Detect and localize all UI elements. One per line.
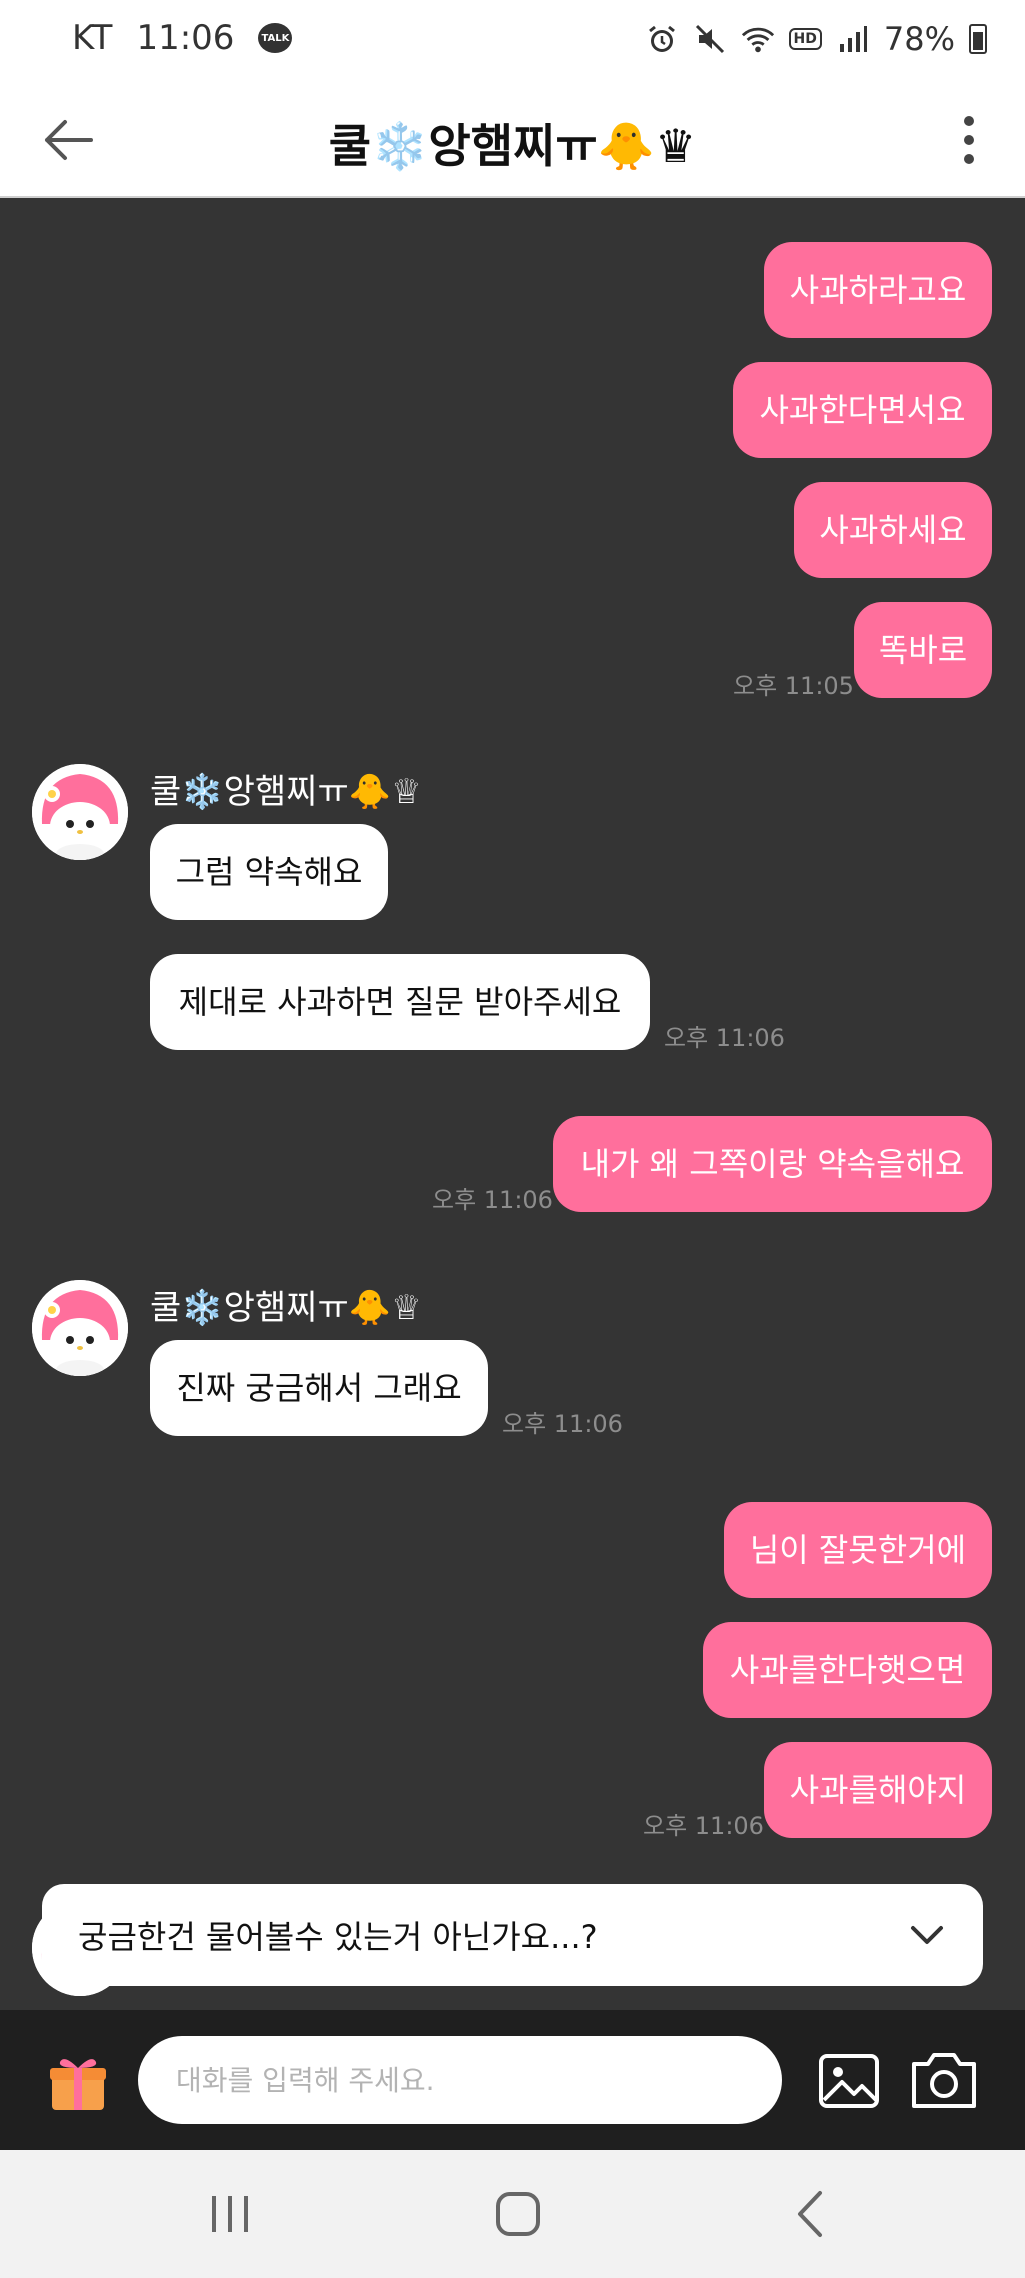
back-chevron-icon xyxy=(798,2191,822,2237)
message-bubble-sent[interactable]: 님이 잘못한거에 xyxy=(724,1502,992,1598)
sender-avatar[interactable] xyxy=(32,1280,128,1376)
system-back-button[interactable] xyxy=(780,2184,840,2244)
melody-avatar-icon xyxy=(32,764,128,860)
message-timestamp: 오후 11:05 xyxy=(733,672,854,700)
battery-percent: 78% xyxy=(883,20,955,58)
kakaotalk-notification-icon: TALK xyxy=(258,23,293,53)
status-bar: KT 11:06 TALK HD 78% xyxy=(0,0,1025,82)
message-bubble-sent[interactable]: 사과하라고요 xyxy=(764,242,992,338)
battery-icon xyxy=(969,24,987,54)
status-left: KT 11:06 TALK xyxy=(72,18,293,58)
chat-room-title: 쿨❄️앙햄찌ㅠ🐥♛ xyxy=(328,119,697,173)
system-navigation-bar xyxy=(0,2150,1025,2278)
carrier-label: KT xyxy=(72,18,113,58)
melody-avatar-icon xyxy=(32,1280,128,1376)
camera-button[interactable] xyxy=(908,2046,980,2114)
home-icon xyxy=(496,2192,540,2236)
message-bubble-sent[interactable]: 사과를한다햇으면 xyxy=(703,1622,992,1718)
gift-icon xyxy=(50,2059,106,2110)
recent-apps-icon xyxy=(212,2196,248,2232)
message-timestamp: 오후 11:06 xyxy=(664,1024,785,1052)
more-menu-button[interactable] xyxy=(949,104,989,176)
message-bubble-received[interactable]: 진짜 궁금해서 그래요 xyxy=(150,1340,488,1436)
message-bubble-received[interactable]: 제대로 사과하면 질문 받아주세요 xyxy=(150,954,650,1050)
mute-icon xyxy=(693,22,727,56)
new-message-preview-text: 궁금한건 물어볼수 있는거 아닌가요...? xyxy=(78,1918,598,1956)
camera-icon xyxy=(912,2053,976,2108)
alarm-icon xyxy=(645,22,679,56)
image-attach-button[interactable] xyxy=(818,2050,880,2112)
message-bubble-sent[interactable]: 내가 왜 그쪽이랑 약속을해요 xyxy=(553,1116,992,1212)
recent-apps-button[interactable] xyxy=(200,2184,260,2244)
message-bubble-sent[interactable]: 똑바로 xyxy=(854,602,992,698)
chat-message-list[interactable]: 사과하라고요 사과한다면서요 사과하세요 똑바로 오후 11:05 쿨❄️앙햄찌… xyxy=(0,200,1025,2010)
chat-header: 쿨❄️앙햄찌ㅠ🐥♛ xyxy=(0,82,1025,198)
message-timestamp: 오후 11:06 xyxy=(432,1186,553,1214)
message-timestamp: 오후 11:06 xyxy=(643,1812,764,1840)
hd-voice-icon: HD xyxy=(788,28,822,50)
message-bubble-sent[interactable]: 사과를해야지 xyxy=(764,1742,992,1838)
clock: 11:06 xyxy=(136,18,235,58)
message-bubble-sent[interactable]: 사과한다면서요 xyxy=(733,362,992,458)
chevron-down-icon[interactable] xyxy=(907,1915,947,1955)
message-input-bar xyxy=(0,2010,1025,2150)
sender-name: 쿨❄️앙햄찌ㅠ🐥♕ xyxy=(150,772,422,812)
kebab-menu-icon xyxy=(964,116,974,127)
image-icon xyxy=(819,2054,879,2108)
status-right: HD 78% xyxy=(645,20,987,58)
message-input[interactable] xyxy=(138,2036,782,2124)
message-timestamp: 오후 11:06 xyxy=(502,1410,623,1438)
gift-button[interactable] xyxy=(46,2050,110,2114)
home-button[interactable] xyxy=(488,2184,548,2244)
sender-avatar[interactable] xyxy=(32,764,128,860)
sender-name: 쿨❄️앙햄찌ㅠ🐥♕ xyxy=(150,1288,422,1328)
new-message-preview[interactable]: 궁금한건 물어볼수 있는거 아닌가요...? xyxy=(42,1884,983,1986)
wifi-icon xyxy=(741,22,775,56)
signal-icon xyxy=(836,22,870,56)
message-bubble-received[interactable]: 그럼 약속해요 xyxy=(150,824,388,920)
message-bubble-sent[interactable]: 사과하세요 xyxy=(794,482,992,578)
